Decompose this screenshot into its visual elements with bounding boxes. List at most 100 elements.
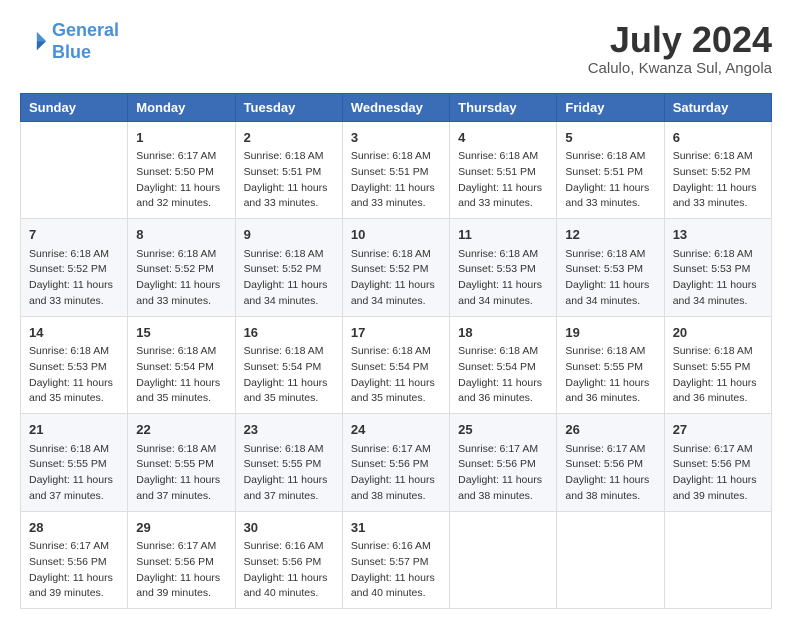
day-number: 18 [458,323,548,343]
day-number: 19 [565,323,655,343]
day-number: 29 [136,518,226,538]
cell-info: Sunrise: 6:18 AM Sunset: 5:53 PM Dayligh… [673,247,763,310]
cell-info: Sunrise: 6:18 AM Sunset: 5:53 PM Dayligh… [458,247,548,310]
day-number: 15 [136,323,226,343]
calendar-week-row: 14Sunrise: 6:18 AM Sunset: 5:53 PM Dayli… [21,316,772,414]
day-number: 9 [244,225,334,245]
location: Calulo, Kwanza Sul, Angola [588,60,772,77]
calendar-cell: 29Sunrise: 6:17 AM Sunset: 5:56 PM Dayli… [128,511,235,609]
day-number: 20 [673,323,763,343]
logo-icon [20,28,48,56]
day-number: 26 [565,420,655,440]
cell-info: Sunrise: 6:18 AM Sunset: 5:51 PM Dayligh… [244,149,334,212]
calendar-cell [557,511,664,609]
calendar-cell: 10Sunrise: 6:18 AM Sunset: 5:52 PM Dayli… [342,219,449,317]
calendar-cell: 23Sunrise: 6:18 AM Sunset: 5:55 PM Dayli… [235,414,342,512]
calendar-cell: 11Sunrise: 6:18 AM Sunset: 5:53 PM Dayli… [450,219,557,317]
cell-info: Sunrise: 6:17 AM Sunset: 5:56 PM Dayligh… [351,442,441,505]
calendar-cell: 17Sunrise: 6:18 AM Sunset: 5:54 PM Dayli… [342,316,449,414]
day-number: 17 [351,323,441,343]
weekday-header: Thursday [450,93,557,121]
cell-info: Sunrise: 6:18 AM Sunset: 5:52 PM Dayligh… [351,247,441,310]
calendar-cell: 28Sunrise: 6:17 AM Sunset: 5:56 PM Dayli… [21,511,128,609]
cell-info: Sunrise: 6:17 AM Sunset: 5:56 PM Dayligh… [458,442,548,505]
cell-info: Sunrise: 6:18 AM Sunset: 5:54 PM Dayligh… [351,344,441,407]
calendar-cell: 21Sunrise: 6:18 AM Sunset: 5:55 PM Dayli… [21,414,128,512]
calendar-cell: 7Sunrise: 6:18 AM Sunset: 5:52 PM Daylig… [21,219,128,317]
calendar-cell: 27Sunrise: 6:17 AM Sunset: 5:56 PM Dayli… [664,414,771,512]
cell-info: Sunrise: 6:16 AM Sunset: 5:57 PM Dayligh… [351,539,441,602]
day-number: 6 [673,128,763,148]
calendar-cell: 9Sunrise: 6:18 AM Sunset: 5:52 PM Daylig… [235,219,342,317]
page-header: General Blue July 2024 Calulo, Kwanza Su… [20,20,772,77]
calendar-cell [450,511,557,609]
cell-info: Sunrise: 6:18 AM Sunset: 5:55 PM Dayligh… [136,442,226,505]
calendar-cell: 3Sunrise: 6:18 AM Sunset: 5:51 PM Daylig… [342,121,449,219]
day-number: 16 [244,323,334,343]
cell-info: Sunrise: 6:18 AM Sunset: 5:52 PM Dayligh… [673,149,763,212]
day-number: 28 [29,518,119,538]
calendar-cell: 31Sunrise: 6:16 AM Sunset: 5:57 PM Dayli… [342,511,449,609]
day-number: 12 [565,225,655,245]
logo-text: General Blue [52,20,119,63]
calendar-cell: 15Sunrise: 6:18 AM Sunset: 5:54 PM Dayli… [128,316,235,414]
calendar-table: SundayMondayTuesdayWednesdayThursdayFrid… [20,93,772,610]
calendar-cell: 14Sunrise: 6:18 AM Sunset: 5:53 PM Dayli… [21,316,128,414]
calendar-cell: 25Sunrise: 6:17 AM Sunset: 5:56 PM Dayli… [450,414,557,512]
day-number: 21 [29,420,119,440]
cell-info: Sunrise: 6:18 AM Sunset: 5:55 PM Dayligh… [29,442,119,505]
calendar-cell: 19Sunrise: 6:18 AM Sunset: 5:55 PM Dayli… [557,316,664,414]
weekday-header: Monday [128,93,235,121]
calendar-cell: 13Sunrise: 6:18 AM Sunset: 5:53 PM Dayli… [664,219,771,317]
calendar-cell: 1Sunrise: 6:17 AM Sunset: 5:50 PM Daylig… [128,121,235,219]
logo: General Blue [20,20,119,63]
cell-info: Sunrise: 6:18 AM Sunset: 5:51 PM Dayligh… [458,149,548,212]
day-number: 22 [136,420,226,440]
cell-info: Sunrise: 6:18 AM Sunset: 5:55 PM Dayligh… [244,442,334,505]
cell-info: Sunrise: 6:16 AM Sunset: 5:56 PM Dayligh… [244,539,334,602]
cell-info: Sunrise: 6:18 AM Sunset: 5:53 PM Dayligh… [565,247,655,310]
cell-info: Sunrise: 6:17 AM Sunset: 5:56 PM Dayligh… [136,539,226,602]
day-number: 30 [244,518,334,538]
day-number: 10 [351,225,441,245]
cell-info: Sunrise: 6:18 AM Sunset: 5:52 PM Dayligh… [136,247,226,310]
calendar-week-row: 28Sunrise: 6:17 AM Sunset: 5:56 PM Dayli… [21,511,772,609]
cell-info: Sunrise: 6:18 AM Sunset: 5:53 PM Dayligh… [29,344,119,407]
day-number: 23 [244,420,334,440]
cell-info: Sunrise: 6:17 AM Sunset: 5:56 PM Dayligh… [29,539,119,602]
calendar-cell: 26Sunrise: 6:17 AM Sunset: 5:56 PM Dayli… [557,414,664,512]
day-number: 31 [351,518,441,538]
calendar-cell: 6Sunrise: 6:18 AM Sunset: 5:52 PM Daylig… [664,121,771,219]
cell-info: Sunrise: 6:18 AM Sunset: 5:54 PM Dayligh… [136,344,226,407]
calendar-cell: 5Sunrise: 6:18 AM Sunset: 5:51 PM Daylig… [557,121,664,219]
calendar-cell: 20Sunrise: 6:18 AM Sunset: 5:55 PM Dayli… [664,316,771,414]
cell-info: Sunrise: 6:17 AM Sunset: 5:56 PM Dayligh… [673,442,763,505]
weekday-header: Sunday [21,93,128,121]
cell-info: Sunrise: 6:17 AM Sunset: 5:56 PM Dayligh… [565,442,655,505]
day-number: 27 [673,420,763,440]
logo-line1: General [52,20,119,40]
day-number: 2 [244,128,334,148]
month-year: July 2024 [588,20,772,60]
cell-info: Sunrise: 6:18 AM Sunset: 5:54 PM Dayligh… [458,344,548,407]
day-number: 24 [351,420,441,440]
cell-info: Sunrise: 6:18 AM Sunset: 5:51 PM Dayligh… [351,149,441,212]
weekday-header: Tuesday [235,93,342,121]
calendar-cell [664,511,771,609]
calendar-cell: 12Sunrise: 6:18 AM Sunset: 5:53 PM Dayli… [557,219,664,317]
day-number: 13 [673,225,763,245]
calendar-cell [21,121,128,219]
calendar-cell: 2Sunrise: 6:18 AM Sunset: 5:51 PM Daylig… [235,121,342,219]
cell-info: Sunrise: 6:18 AM Sunset: 5:52 PM Dayligh… [244,247,334,310]
day-number: 14 [29,323,119,343]
logo-line2: Blue [52,42,91,62]
day-number: 7 [29,225,119,245]
header-row: SundayMondayTuesdayWednesdayThursdayFrid… [21,93,772,121]
day-number: 4 [458,128,548,148]
cell-info: Sunrise: 6:18 AM Sunset: 5:54 PM Dayligh… [244,344,334,407]
day-number: 3 [351,128,441,148]
calendar-cell: 18Sunrise: 6:18 AM Sunset: 5:54 PM Dayli… [450,316,557,414]
calendar-week-row: 7 Sunrise: 6:18 AM Sunset: 5:52 PM Daylig… [21,219,772,317]
day-number: 1 [136,128,226,148]
cell-info: Sunrise: 6:17 AM Sunset: 5:50 PM Dayligh… [136,149,226,212]
